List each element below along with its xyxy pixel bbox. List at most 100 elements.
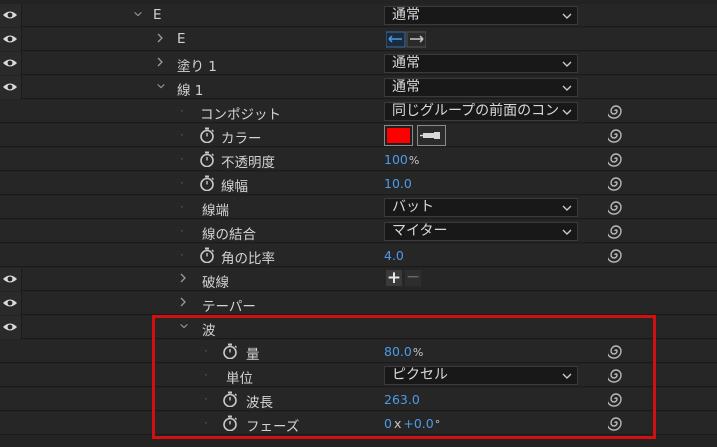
- expression-spiral-icon[interactable]: [608, 343, 624, 359]
- stroke-blend-dropdown[interactable]: 通常: [384, 78, 578, 97]
- tree-dot: ·: [204, 368, 208, 382]
- line-cap-dropdown[interactable]: バット: [384, 198, 578, 217]
- expression-spiral-icon[interactable]: [608, 247, 624, 263]
- chevron-right-icon[interactable]: [155, 56, 165, 68]
- add-dash-button[interactable]: +: [386, 270, 402, 287]
- chevron-down-icon[interactable]: [156, 80, 166, 92]
- eyedropper-icon: [420, 132, 440, 139]
- wave-amount-value[interactable]: 80.0%: [384, 344, 423, 359]
- visibility-cell[interactable]: [0, 28, 22, 51]
- tree-dot: ·: [180, 104, 184, 118]
- expression-spiral-icon[interactable]: [608, 367, 624, 383]
- phase-revolutions[interactable]: 0: [384, 416, 392, 431]
- dropdown-value: 通常: [392, 7, 420, 23]
- dropdown-arrow-icon: [562, 11, 572, 21]
- miter-limit-value[interactable]: 4.0: [384, 248, 404, 263]
- tree-dot: ·: [180, 152, 184, 166]
- chevron-down-icon[interactable]: [133, 8, 143, 20]
- phase-multiplier: x: [393, 416, 402, 431]
- opacity-value[interactable]: 100%: [384, 152, 419, 167]
- value-unit: %: [412, 346, 424, 359]
- eyedropper-button[interactable]: [417, 125, 446, 146]
- chevron-right-icon[interactable]: [178, 296, 188, 308]
- visibility-cell[interactable]: [0, 76, 22, 99]
- dropdown-arrow-icon: [562, 203, 572, 213]
- chevron-down-icon[interactable]: [179, 320, 189, 332]
- property-label: E: [177, 31, 186, 47]
- property-row-group-e: E 通常: [0, 4, 717, 27]
- expression-spiral-icon[interactable]: [608, 223, 624, 239]
- phase-degrees[interactable]: +0.0: [403, 416, 433, 431]
- path-direction-icon[interactable]: [386, 31, 426, 48]
- eye-icon[interactable]: [2, 82, 18, 92]
- eye-icon[interactable]: [2, 274, 18, 284]
- remove-dash-button[interactable]: −: [405, 269, 421, 286]
- tree-dot: ·: [180, 248, 184, 262]
- composite-dropdown[interactable]: 同じグループの前面のコン: [384, 102, 578, 121]
- degree-unit: °: [434, 418, 441, 431]
- dropdown-value: 同じグループの前面のコン: [392, 103, 560, 119]
- eye-icon[interactable]: [2, 10, 18, 20]
- property-label: テーパー: [202, 299, 256, 315]
- tree-dot: ·: [180, 200, 184, 214]
- stopwatch-icon[interactable]: [199, 175, 215, 191]
- property-row-stroke-width: · 線幅 10.0: [0, 172, 717, 195]
- visibility-cell[interactable]: [0, 268, 22, 291]
- stopwatch-icon[interactable]: [222, 415, 238, 431]
- wave-units-dropdown[interactable]: ピクセル: [384, 366, 578, 385]
- property-label: 不透明度: [221, 155, 275, 171]
- expression-spiral-icon[interactable]: [608, 127, 624, 143]
- tree-dot: ·: [204, 344, 208, 358]
- expression-spiral-icon[interactable]: [608, 151, 624, 167]
- visibility-cell[interactable]: [0, 4, 22, 27]
- value-number[interactable]: 100: [384, 152, 408, 167]
- expression-spiral-icon[interactable]: [608, 175, 624, 191]
- property-row-line-cap: · 線端 バット: [0, 196, 717, 219]
- dropdown-arrow-icon: [562, 227, 572, 237]
- expression-spiral-icon[interactable]: [608, 391, 624, 407]
- line-join-dropdown[interactable]: マイター: [384, 222, 578, 241]
- visibility-cell[interactable]: [0, 316, 22, 339]
- property-row-e-path: E: [0, 28, 717, 51]
- value-number[interactable]: 80.0: [384, 344, 412, 359]
- property-row-dashes: 破線 + −: [0, 268, 717, 291]
- expression-spiral-icon[interactable]: [608, 199, 624, 215]
- property-label: 線端: [202, 203, 229, 219]
- color-swatch[interactable]: [384, 125, 413, 146]
- blend-mode-dropdown[interactable]: 通常: [384, 6, 578, 25]
- property-label: コンポジット: [200, 107, 281, 123]
- eye-icon[interactable]: [2, 58, 18, 68]
- eye-icon[interactable]: [2, 34, 18, 44]
- expression-spiral-icon[interactable]: [608, 415, 624, 431]
- dropdown-value: バット: [392, 199, 434, 215]
- tree-dot: ·: [180, 224, 184, 238]
- eye-icon[interactable]: [2, 322, 18, 332]
- dropdown-value: 通常: [392, 55, 420, 71]
- property-row-opacity: · 不透明度 100%: [0, 148, 717, 171]
- expression-spiral-icon[interactable]: [608, 103, 624, 119]
- chevron-right-icon[interactable]: [178, 272, 188, 284]
- color-swatch-fill: [387, 128, 410, 143]
- chevron-right-icon[interactable]: [155, 32, 165, 44]
- wavelength-value[interactable]: 263.0: [384, 392, 420, 407]
- stopwatch-icon[interactable]: [222, 343, 238, 359]
- stopwatch-icon[interactable]: [199, 151, 215, 167]
- stroke-width-value[interactable]: 10.0: [384, 176, 412, 191]
- tree-dot: ·: [180, 128, 184, 142]
- property-row-wave-amount: · 量 80.0%: [0, 340, 717, 363]
- stopwatch-icon[interactable]: [222, 391, 238, 407]
- dropdown-arrow-icon: [562, 83, 572, 93]
- phase-value[interactable]: 0 x +0.0°: [384, 416, 440, 431]
- visibility-cell[interactable]: [0, 292, 22, 315]
- dropdown-value: 通常: [392, 79, 420, 95]
- fill-blend-dropdown[interactable]: 通常: [384, 54, 578, 73]
- value-unit: %: [408, 154, 420, 167]
- property-label: フェーズ: [246, 419, 300, 435]
- stopwatch-icon[interactable]: [199, 247, 215, 263]
- stopwatch-icon[interactable]: [199, 127, 215, 143]
- property-label: 波長: [246, 395, 273, 411]
- visibility-cell[interactable]: [0, 52, 22, 75]
- property-label: 破線: [202, 275, 229, 291]
- eye-icon[interactable]: [2, 298, 18, 308]
- property-row-wave: 波: [0, 316, 717, 339]
